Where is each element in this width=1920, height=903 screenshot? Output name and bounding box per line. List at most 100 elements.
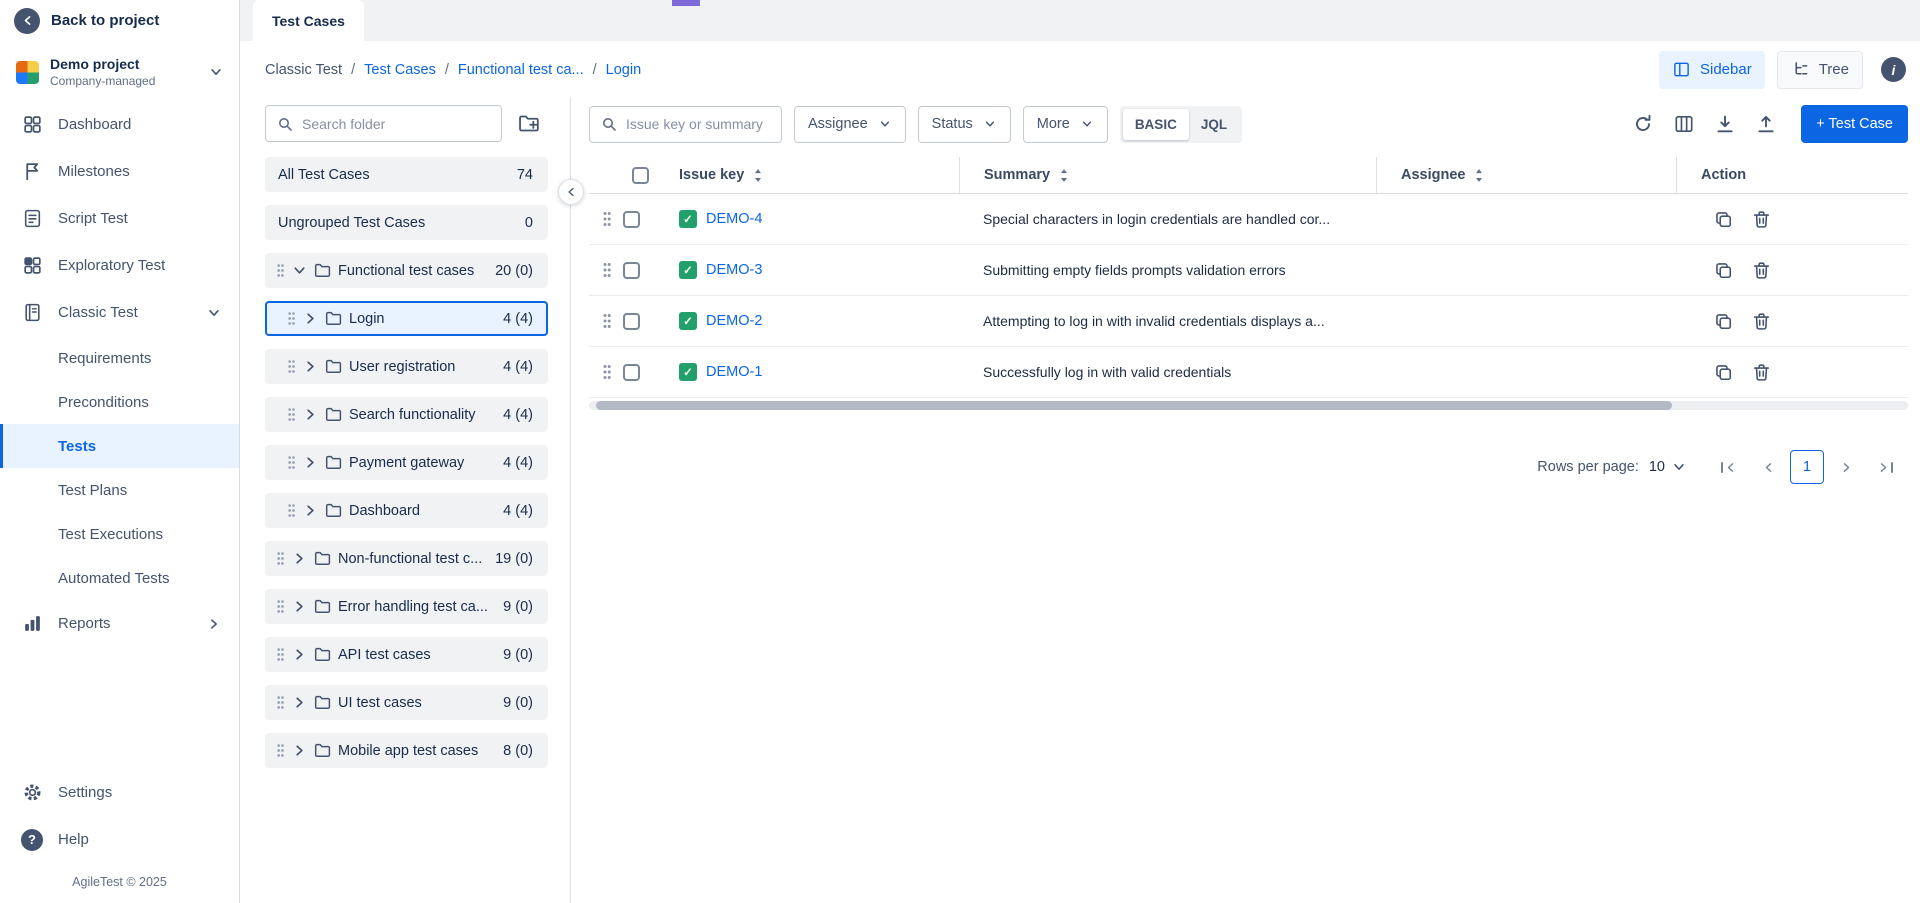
back-to-project-button[interactable]: Back to project <box>0 0 239 41</box>
chevron-down-icon[interactable] <box>207 306 221 320</box>
issue-key-link[interactable]: DEMO-3 <box>706 262 762 278</box>
folder-chevron-icon[interactable] <box>292 599 307 614</box>
folder-item[interactable]: Login 4 (4) <box>265 301 548 336</box>
drag-handle-icon[interactable] <box>276 550 285 567</box>
sort-icon[interactable] <box>1059 168 1069 183</box>
sidebar-item-test-executions[interactable]: Test Executions <box>0 512 239 556</box>
sidebar-view-button[interactable]: Sidebar <box>1659 51 1765 89</box>
folder-chevron-icon[interactable] <box>303 503 318 518</box>
folder-search-input[interactable] <box>302 116 490 132</box>
trash-icon[interactable] <box>1752 312 1771 331</box>
add-folder-button[interactable] <box>510 105 548 142</box>
drag-handle-icon[interactable] <box>287 454 296 471</box>
more-filter-dropdown[interactable]: More <box>1023 106 1108 143</box>
folder-item[interactable]: All Test Cases 74 <box>265 157 548 192</box>
folder-item[interactable]: Mobile app test cases 8 (0) <box>265 733 548 768</box>
breadcrumb-link[interactable]: Login <box>606 62 641 78</box>
folder-item[interactable]: Error handling test ca... 9 (0) <box>265 589 548 624</box>
drag-handle-icon[interactable] <box>602 261 612 279</box>
assignee-filter-dropdown[interactable]: Assignee <box>794 106 906 143</box>
trash-icon[interactable] <box>1752 210 1771 229</box>
drag-handle-icon[interactable] <box>276 646 285 663</box>
issue-search-input[interactable] <box>626 116 770 132</box>
status-filter-dropdown[interactable]: Status <box>918 106 1011 143</box>
folder-chevron-icon[interactable] <box>303 407 318 422</box>
breadcrumb-link[interactable]: Test Cases <box>364 62 436 78</box>
issue-search[interactable] <box>589 106 782 143</box>
current-page-button[interactable]: 1 <box>1790 450 1824 484</box>
drag-handle-icon[interactable] <box>276 262 285 279</box>
sidebar-item-tests[interactable]: Tests <box>0 424 239 468</box>
drag-handle-icon[interactable] <box>287 406 296 423</box>
drag-handle-icon[interactable] <box>287 358 296 375</box>
trash-icon[interactable] <box>1752 261 1771 280</box>
sidebar-item-dashboard[interactable]: Dashboard <box>0 101 239 148</box>
sidebar-item-milestones[interactable]: Milestones <box>0 148 239 195</box>
folder-chevron-icon[interactable] <box>292 695 307 710</box>
last-page-button[interactable] <box>1868 450 1902 484</box>
column-header-summary[interactable]: Summary <box>959 157 1376 193</box>
copy-icon[interactable] <box>1714 312 1733 331</box>
prev-page-button[interactable] <box>1751 450 1785 484</box>
breadcrumb-link[interactable]: Functional test ca... <box>458 62 584 78</box>
folder-chevron-icon[interactable] <box>292 647 307 662</box>
drag-handle-icon[interactable] <box>602 312 612 330</box>
jql-mode-button[interactable]: JQL <box>1189 109 1239 140</box>
issue-key-link[interactable]: DEMO-1 <box>706 364 762 380</box>
sort-icon[interactable] <box>753 168 763 183</box>
folder-item[interactable]: Non-functional test c... 19 (0) <box>265 541 548 576</box>
folder-item[interactable]: API test cases 9 (0) <box>265 637 548 672</box>
select-all-checkbox[interactable] <box>632 167 649 184</box>
tree-view-button[interactable]: Tree <box>1777 51 1863 89</box>
folder-item[interactable]: Functional test cases 20 (0) <box>265 253 548 288</box>
next-page-button[interactable] <box>1829 450 1863 484</box>
sidebar-item-script-test[interactable]: Script Test <box>0 195 239 242</box>
drag-handle-icon[interactable] <box>602 363 612 381</box>
info-icon[interactable]: i <box>1881 57 1906 82</box>
folder-chevron-icon[interactable] <box>303 311 318 326</box>
issue-key-link[interactable]: DEMO-4 <box>706 211 762 227</box>
basic-mode-button[interactable]: BASIC <box>1123 109 1189 140</box>
folder-chevron-icon[interactable] <box>292 263 307 278</box>
folder-search[interactable] <box>265 105 502 142</box>
download-icon[interactable] <box>1714 113 1736 135</box>
chevron-right-icon[interactable] <box>207 617 221 631</box>
row-checkbox[interactable] <box>623 364 640 381</box>
row-checkbox[interactable] <box>623 313 640 330</box>
scrollbar-thumb[interactable] <box>596 401 1672 410</box>
copy-icon[interactable] <box>1714 210 1733 229</box>
columns-icon[interactable] <box>1673 113 1695 135</box>
folder-item[interactable]: UI test cases 9 (0) <box>265 685 548 720</box>
drag-handle-icon[interactable] <box>276 742 285 759</box>
folder-chevron-icon[interactable] <box>303 359 318 374</box>
drag-handle-icon[interactable] <box>602 210 612 228</box>
sidebar-item-requirements[interactable]: Requirements <box>0 336 239 380</box>
issue-key-link[interactable]: DEMO-2 <box>706 313 762 329</box>
sort-icon[interactable] <box>1474 168 1484 183</box>
folder-chevron-icon[interactable] <box>292 551 307 566</box>
sidebar-item-exploratory-test[interactable]: Exploratory Test <box>0 242 239 289</box>
drag-handle-icon[interactable] <box>276 598 285 615</box>
sidebar-item-classic-test[interactable]: Classic Test <box>0 289 239 336</box>
copy-icon[interactable] <box>1714 261 1733 280</box>
row-checkbox[interactable] <box>623 211 640 228</box>
upload-icon[interactable] <box>1755 113 1777 135</box>
folder-chevron-icon[interactable] <box>303 455 318 470</box>
folder-chevron-icon[interactable] <box>292 743 307 758</box>
rows-per-page-select[interactable]: 10 <box>1649 459 1686 475</box>
trash-icon[interactable] <box>1752 363 1771 382</box>
breadcrumb-link[interactable]: Classic Test <box>265 62 342 78</box>
drag-handle-icon[interactable] <box>287 502 296 519</box>
row-checkbox[interactable] <box>623 262 640 279</box>
column-header-assignee[interactable]: Assignee <box>1376 157 1676 193</box>
drag-handle-icon[interactable] <box>287 310 296 327</box>
horizontal-scrollbar[interactable] <box>589 401 1908 410</box>
add-test-case-button[interactable]: + Test Case <box>1801 105 1908 143</box>
collapse-folder-panel-button[interactable] <box>558 179 584 205</box>
drag-handle-icon[interactable] <box>276 694 285 711</box>
column-header-issue-key[interactable]: Issue key <box>667 157 959 193</box>
folder-item[interactable]: Payment gateway 4 (4) <box>265 445 548 480</box>
sidebar-item-preconditions[interactable]: Preconditions <box>0 380 239 424</box>
copy-icon[interactable] <box>1714 363 1733 382</box>
sidebar-item-automated-tests[interactable]: Automated Tests <box>0 556 239 600</box>
